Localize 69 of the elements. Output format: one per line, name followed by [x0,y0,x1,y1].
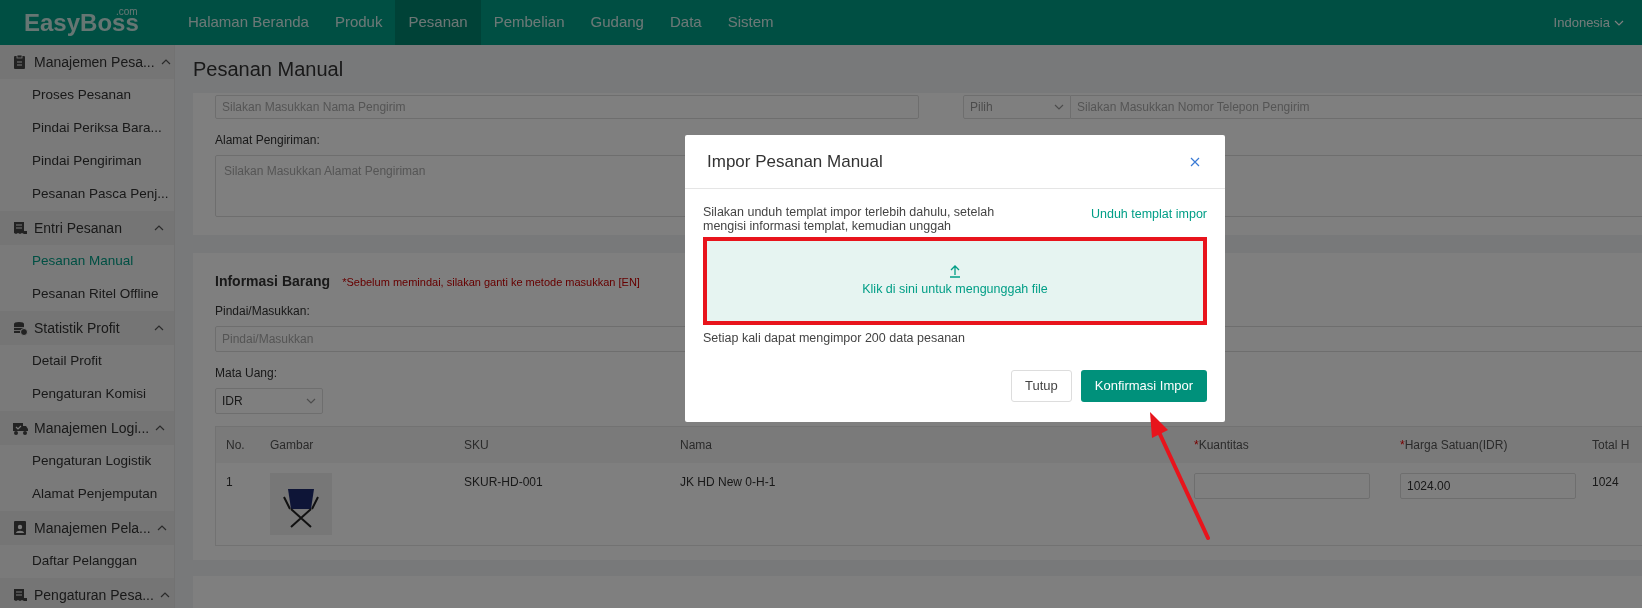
sidebar-item[interactable]: Pesanan Manual [0,245,174,278]
column-header: Total H [1592,437,1631,454]
sidebar-group[interactable]: Statistik Profit [0,311,174,345]
sidebar-group[interactable]: Manajemen Pela... [0,511,174,545]
warning-text: *Sebelum memindai, silakan ganti ke metode masukkan [EN] [342,275,640,290]
table-cell-text: SKUR-HD-001 [464,474,544,491]
column-header: Nama [680,437,713,454]
sidebar-group[interactable]: Manajemen Pesa... [0,45,174,79]
upload-icon [948,263,962,278]
contact-card-icon [12,520,28,536]
logo: EasyBoss .com [23,5,140,38]
sidebar-item[interactable]: Daftar Pelanggan [0,545,174,578]
nav-tab[interactable]: Sistem [714,0,787,45]
nav-tab[interactable]: Data [656,0,715,45]
price-field[interactable]: 1024.00 [1400,473,1576,499]
coins-icon [12,320,28,336]
currency-select[interactable]: IDR [215,388,323,414]
confirm-import-button[interactable]: Konfirmasi Impor [1080,369,1207,402]
sidebar-item[interactable]: Pesanan Pasca Penj... [0,178,174,211]
sidebar-item[interactable]: Proses Pesanan [0,79,174,112]
column-header: SKU [464,437,490,454]
sidebar-item[interactable]: Pengaturan Logistik [0,445,174,478]
limit-note: Setiap kali dapat mengimpor 200 data pesanan [703,330,966,347]
sidebar-item[interactable]: Pesanan Ritel Offline [0,278,174,311]
chevron-icon [154,225,164,231]
column-header: *Harga Satuan(IDR) [1400,437,1509,454]
field-label: Pindai/Masukkan: [215,303,311,320]
sidebar-item[interactable]: Detail Profit [0,345,174,378]
chevron-icon [155,425,166,431]
chevron-icon [306,398,316,404]
chevron-icon [160,59,171,65]
nav-tab[interactable]: Gudang [577,0,657,45]
truck-icon [12,420,28,436]
instruction-text: Silakan unduh templat impor terlebih dahulu, setelah mengisi informasi templat, kemudian unggah [703,205,996,233]
chevron-icon [159,592,170,598]
sidebar-group[interactable]: Manajemen Logi... [0,411,174,445]
table-cell-text: 1 [226,474,234,491]
language-selector[interactable]: Indonesia [1553,0,1642,45]
product-photo [270,473,332,535]
field-label: Alamat Pengiriman: [215,132,321,149]
column-header: Gambar [270,437,315,454]
nav-tab[interactable]: Pesanan [395,0,481,45]
chevron-icon [156,525,167,531]
table-cell-text: JK HD New 0-H-1 [680,474,777,491]
sidebar-item[interactable]: Pindai Pengiriman [0,145,174,178]
sidebar-group[interactable]: Entri Pesanan [0,211,174,245]
field-label: Mata Uang: [215,365,279,382]
close-icon [1190,156,1200,167]
chevron-icon [1614,19,1624,26]
receipt-icon [12,587,28,603]
download-template-link[interactable]: Unduh templat impor [1090,205,1207,224]
sidebar-item[interactable]: Pengaturan Komisi [0,378,174,411]
page-title: Pesanan Manual [192,57,345,82]
sidebar-item[interactable]: Pindai Periksa Bara... [0,112,174,145]
nav-tab[interactable]: Halaman Beranda [175,0,322,45]
sidebar-group[interactable]: Pengaturan Pesa... [0,578,174,608]
section-title: Informasi Barang [215,272,331,291]
chevron-icon [1054,104,1064,110]
sidebar-item[interactable]: Alamat Penjemputan [0,478,174,511]
dialog-title: Impor Pesanan Manual [707,150,883,173]
column-header: No. [226,437,246,454]
chevron-icon [154,325,164,331]
receipt-icon [12,220,28,236]
close-dialog-button[interactable]: Tutup [1011,369,1072,402]
table-cell-text: 1024 [1592,474,1620,491]
quantity-field[interactable] [1194,473,1370,499]
column-header: *Kuantitas [1194,437,1250,454]
upload-area[interactable]: Klik di sini untuk mengunggah file [707,241,1203,321]
clipboard-icon [12,54,28,70]
